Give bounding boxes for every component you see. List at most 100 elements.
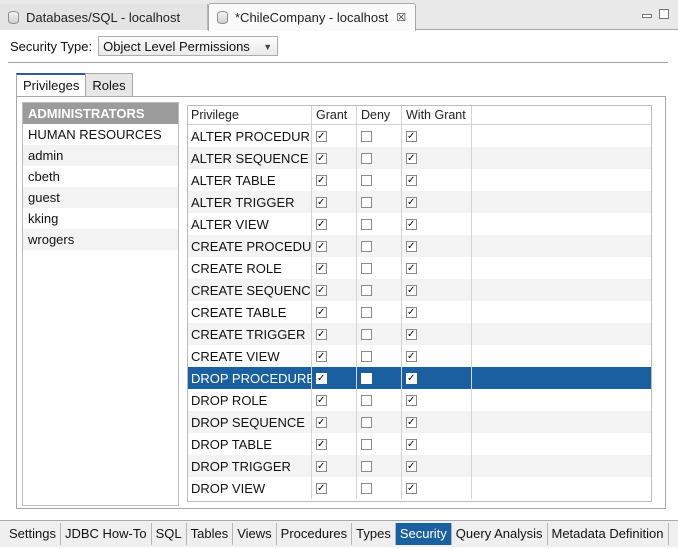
tab-procedures[interactable]: Procedures — [277, 523, 353, 545]
deny-checkbox[interactable] — [361, 306, 372, 318]
maximize-icon[interactable] — [659, 9, 669, 19]
table-row[interactable]: ALTER VIEW — [188, 213, 651, 235]
tab-query-analysis[interactable]: Query Analysis — [452, 523, 548, 545]
table-row[interactable]: ALTER TRIGGER — [188, 191, 651, 213]
tab-tables[interactable]: Tables — [187, 523, 234, 545]
with-grant-checkbox[interactable] — [406, 438, 417, 450]
deny-checkbox[interactable] — [361, 328, 372, 340]
deny-checkbox[interactable] — [361, 438, 372, 450]
grant-checkbox[interactable] — [316, 482, 327, 494]
role-item-wrogers[interactable]: wrogers — [23, 229, 178, 250]
grant-checkbox[interactable] — [316, 130, 327, 142]
tab-views[interactable]: Views — [233, 523, 277, 545]
security-type-row: Security Type: Object Level Permissions … — [10, 36, 279, 56]
deny-checkbox[interactable] — [361, 130, 372, 142]
editor-tab-chilecompany[interactable]: *ChileCompany - localhost ☒ — [208, 3, 416, 31]
tab-security[interactable]: Security — [395, 523, 452, 545]
with-grant-checkbox[interactable] — [406, 416, 417, 428]
grant-checkbox[interactable] — [316, 328, 327, 340]
with-grant-checkbox[interactable] — [406, 218, 417, 230]
deny-checkbox[interactable] — [361, 394, 372, 406]
deny-checkbox[interactable] — [361, 350, 372, 362]
grant-checkbox[interactable] — [316, 262, 327, 274]
role-item-administrators[interactable]: ADMINISTRATORS — [23, 103, 178, 124]
role-item-cbeth[interactable]: cbeth — [23, 166, 178, 187]
table-row[interactable]: CREATE SEQUENCE — [188, 279, 651, 301]
with-grant-checkbox[interactable] — [406, 372, 417, 384]
with-grant-checkbox[interactable] — [406, 174, 417, 186]
deny-checkbox[interactable] — [361, 460, 372, 472]
grant-checkbox[interactable] — [316, 218, 327, 230]
role-item-guest[interactable]: guest — [23, 187, 178, 208]
table-row[interactable]: ALTER SEQUENCE — [188, 147, 651, 169]
with-grant-checkbox[interactable] — [406, 240, 417, 252]
table-row[interactable]: DROP VIEW — [188, 477, 651, 499]
with-grant-checkbox[interactable] — [406, 152, 417, 164]
grant-checkbox-cell — [312, 235, 357, 257]
deny-checkbox[interactable] — [361, 218, 372, 230]
column-header-with-grant[interactable]: With Grant — [402, 106, 472, 124]
grant-checkbox[interactable] — [316, 174, 327, 186]
table-row[interactable]: DROP TABLE — [188, 433, 651, 455]
with-grant-checkbox[interactable] — [406, 306, 417, 318]
table-row[interactable]: ALTER PROCEDURE — [188, 125, 651, 147]
grant-checkbox[interactable] — [316, 416, 327, 428]
grant-checkbox[interactable] — [316, 372, 327, 384]
grant-checkbox[interactable] — [316, 284, 327, 296]
table-row[interactable]: DROP PROCEDURE — [188, 367, 651, 389]
with-grant-checkbox[interactable] — [406, 130, 417, 142]
tab-types[interactable]: Types — [352, 523, 396, 545]
column-header-grant[interactable]: Grant — [312, 106, 357, 124]
deny-checkbox[interactable] — [361, 152, 372, 164]
with-grant-checkbox[interactable] — [406, 196, 417, 208]
deny-checkbox-cell — [357, 433, 402, 455]
column-header-deny[interactable]: Deny — [357, 106, 402, 124]
with-grant-checkbox[interactable] — [406, 394, 417, 406]
grant-checkbox[interactable] — [316, 152, 327, 164]
grant-checkbox[interactable] — [316, 394, 327, 406]
table-row[interactable]: CREATE TABLE — [188, 301, 651, 323]
tab-settings[interactable]: Settings — [5, 523, 61, 545]
table-row[interactable]: CREATE PROCEDURE — [188, 235, 651, 257]
grant-checkbox[interactable] — [316, 438, 327, 450]
deny-checkbox[interactable] — [361, 240, 372, 252]
table-row[interactable]: DROP TRIGGER — [188, 455, 651, 477]
with-grant-checkbox[interactable] — [406, 482, 417, 494]
grant-checkbox[interactable] — [316, 240, 327, 252]
deny-checkbox[interactable] — [361, 416, 372, 428]
tab-metadata-definition[interactable]: Metadata Definition — [548, 523, 669, 545]
table-row[interactable]: DROP ROLE — [188, 389, 651, 411]
deny-checkbox[interactable] — [361, 196, 372, 208]
tab-sql[interactable]: SQL — [152, 523, 187, 545]
security-type-select[interactable]: Object Level Permissions ▼ — [98, 36, 279, 56]
table-row[interactable]: DROP SEQUENCE — [188, 411, 651, 433]
grant-checkbox[interactable] — [316, 306, 327, 318]
deny-checkbox[interactable] — [361, 174, 372, 186]
deny-checkbox[interactable] — [361, 284, 372, 296]
with-grant-checkbox[interactable] — [406, 328, 417, 340]
role-item-human-resources[interactable]: HUMAN RESOURCES — [23, 124, 178, 145]
table-row[interactable]: CREATE VIEW — [188, 345, 651, 367]
editor-tab-databases-sql[interactable]: Databases/SQL - localhost — [0, 4, 208, 30]
tab-roles[interactable]: Roles — [85, 73, 133, 97]
close-icon[interactable]: ☒ — [396, 11, 406, 24]
grant-checkbox[interactable] — [316, 196, 327, 208]
tab-privileges[interactable]: Privileges — [16, 73, 87, 97]
role-item-admin[interactable]: admin — [23, 145, 178, 166]
grant-checkbox[interactable] — [316, 350, 327, 362]
with-grant-checkbox[interactable] — [406, 284, 417, 296]
table-row[interactable]: CREATE ROLE — [188, 257, 651, 279]
table-row[interactable]: ALTER TABLE — [188, 169, 651, 191]
deny-checkbox[interactable] — [361, 482, 372, 494]
with-grant-checkbox[interactable] — [406, 460, 417, 472]
column-header-privilege[interactable]: Privilege — [188, 106, 312, 124]
grant-checkbox[interactable] — [316, 460, 327, 472]
table-row[interactable]: CREATE TRIGGER — [188, 323, 651, 345]
deny-checkbox[interactable] — [361, 372, 372, 384]
with-grant-checkbox[interactable] — [406, 350, 417, 362]
tab-jdbc-how-to[interactable]: JDBC How-To — [61, 523, 152, 545]
deny-checkbox[interactable] — [361, 262, 372, 274]
with-grant-checkbox[interactable] — [406, 262, 417, 274]
minimize-icon[interactable] — [642, 14, 652, 18]
role-item-kking[interactable]: kking — [23, 208, 178, 229]
